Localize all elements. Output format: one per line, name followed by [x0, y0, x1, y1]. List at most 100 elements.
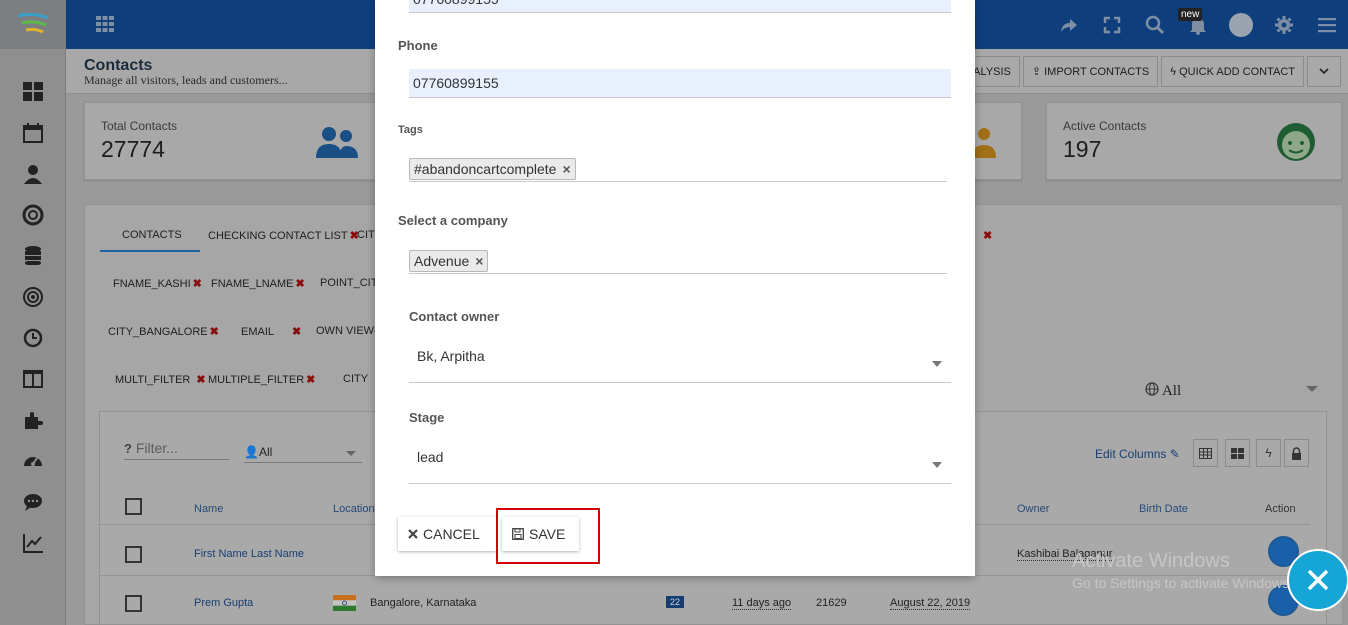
- contact-name-link[interactable]: First Name Last Name: [194, 548, 304, 560]
- column-header-action: Action: [1265, 503, 1296, 515]
- search-icon[interactable]: [1133, 0, 1176, 49]
- tab-multi-filter[interactable]: MULTI_FILTER ✖: [115, 373, 206, 386]
- remove-tab-icon[interactable]: ✖: [210, 326, 219, 338]
- tab-checking-contact-list[interactable]: CHECKING CONTACT LIST ✖: [208, 229, 359, 242]
- tab-fname-kashi[interactable]: FNAME_KASHI ✖: [113, 277, 202, 290]
- tab-email[interactable]: EMAIL ✖: [241, 325, 301, 338]
- stat-value: 27774: [101, 136, 165, 162]
- contact-owner-value: Bk, Arpitha: [417, 348, 485, 364]
- top-field-input[interactable]: 07760899155: [409, 0, 951, 13]
- close-icon: [408, 529, 418, 539]
- chevron-down-icon[interactable]: [1306, 386, 1318, 393]
- remove-tab-icon[interactable]: ✖: [196, 374, 205, 386]
- clock-icon[interactable]: [0, 317, 65, 358]
- logo-icon: [17, 12, 49, 33]
- column-header-birth-date[interactable]: Birth Date: [1139, 503, 1188, 515]
- select-all-checkbox[interactable]: [125, 498, 142, 515]
- menu-icon[interactable]: [1305, 0, 1348, 49]
- stage-label: Stage: [409, 410, 445, 425]
- puzzle-icon[interactable]: [0, 399, 65, 440]
- tags-input[interactable]: #abandoncartcomplete ×: [409, 155, 947, 182]
- stage-value: lead: [417, 449, 444, 465]
- columns-icon[interactable]: [0, 358, 65, 399]
- page-subtitle: Manage all visitors, leads and customers…: [84, 73, 288, 87]
- fullscreen-icon[interactable]: [1090, 0, 1133, 49]
- notification-bell-icon[interactable]: new: [1176, 0, 1219, 49]
- avatar[interactable]: [1219, 0, 1262, 49]
- smiley-icon: [1277, 123, 1315, 161]
- tab-own-view[interactable]: OWN VIEW-: [316, 325, 378, 337]
- chat-icon[interactable]: [0, 481, 65, 522]
- company-label: Select a company: [398, 213, 508, 228]
- row-checkbox[interactable]: [125, 546, 142, 563]
- view-select[interactable]: All: [1145, 382, 1181, 400]
- calendar-icon[interactable]: [0, 112, 65, 153]
- globe-icon: [1145, 382, 1159, 396]
- gauge-icon[interactable]: [0, 440, 65, 481]
- target-icon[interactable]: [0, 276, 65, 317]
- tab-contacts[interactable]: CONTACTS: [122, 229, 182, 241]
- chart-line-icon[interactable]: [0, 522, 65, 563]
- company-chip: Advenue ×: [409, 250, 489, 272]
- more-dropdown-button[interactable]: [1307, 56, 1341, 87]
- grid-view-button[interactable]: [1225, 439, 1250, 467]
- row-checkbox[interactable]: [125, 595, 142, 612]
- phone-label: Phone: [398, 38, 438, 53]
- tab-city-bangalore[interactable]: CITY_BANGALORE ✖: [108, 325, 219, 338]
- tab-point-city[interactable]: POINT_CIT: [320, 277, 377, 289]
- user-icon[interactable]: [0, 153, 65, 194]
- phone-input[interactable]: [409, 69, 951, 98]
- stat-label: Total Contacts: [101, 119, 178, 133]
- dashboard-icon[interactable]: [0, 71, 65, 112]
- grid-icon: [1231, 447, 1244, 459]
- remove-tab-icon[interactable]: ✖: [292, 326, 301, 338]
- tab-city[interactable]: CIT: [357, 229, 375, 241]
- tab-multiple-filter[interactable]: MULTIPLE_FILTER ✖: [208, 373, 315, 386]
- quick-add-contact-button[interactable]: ϟ QUICK ADD CONTACT: [1161, 56, 1304, 87]
- contact-name-link[interactable]: Prem Gupta: [194, 597, 253, 609]
- gear-icon[interactable]: [1262, 0, 1305, 49]
- remove-tab-icon[interactable]: ✖: [296, 278, 305, 290]
- windows-activation-title: Activate Windows: [1072, 550, 1230, 572]
- bolt-icon: ϟ: [1170, 65, 1177, 78]
- tags-label: Tags: [398, 124, 423, 136]
- apps-grid-icon[interactable]: [96, 16, 114, 32]
- tab-city-2[interactable]: CITY: [343, 373, 368, 385]
- remove-tab-icon[interactable]: ✖: [306, 374, 315, 386]
- contact-location: Bangalore, Karnataka: [370, 597, 477, 609]
- import-contacts-button[interactable]: ⇪ IMPORT CONTACTS: [1022, 56, 1159, 87]
- bolt-icon: ϟ: [1265, 446, 1272, 460]
- contact-owner-select[interactable]: Bk, Arpitha: [409, 341, 951, 383]
- stage-select[interactable]: lead: [409, 442, 951, 484]
- remove-company-icon[interactable]: ×: [475, 253, 483, 269]
- company-input[interactable]: Advenue ×: [409, 247, 947, 274]
- save-button-highlight: [496, 508, 600, 564]
- edit-columns-link[interactable]: Edit Columns ✎: [1095, 447, 1180, 461]
- table-icon: [1199, 447, 1212, 459]
- remove-tab-icon[interactable]: ✖: [193, 278, 202, 290]
- column-header-name[interactable]: Name: [194, 503, 223, 515]
- sidebar: [0, 0, 66, 625]
- tab-partial[interactable]: ✖: [981, 229, 992, 242]
- lock-button[interactable]: [1284, 439, 1309, 467]
- database-icon[interactable]: [0, 235, 65, 276]
- column-header-location[interactable]: Location: [333, 503, 375, 515]
- column-header-owner[interactable]: Owner: [1017, 503, 1049, 515]
- table-filter-input[interactable]: ? Filter...: [124, 440, 229, 460]
- table-view-button[interactable]: [1193, 439, 1218, 467]
- quick-action-button[interactable]: ϟ: [1256, 439, 1281, 467]
- chevron-down-icon: [932, 462, 942, 468]
- remove-tab-icon[interactable]: ✖: [983, 230, 992, 242]
- close-fab-button[interactable]: [1287, 549, 1348, 611]
- active-tab-indicator: [100, 250, 200, 252]
- logo[interactable]: [0, 0, 66, 49]
- remove-tag-icon[interactable]: ×: [562, 161, 570, 177]
- support-icon[interactable]: [0, 194, 65, 235]
- tab-fname-lname[interactable]: FNAME_LNAME ✖: [211, 277, 305, 290]
- owner-filter-select[interactable]: 👤All: [244, 445, 362, 463]
- stat-card-total-contacts: Total Contacts 27774: [84, 102, 384, 180]
- share-icon[interactable]: [1047, 0, 1090, 49]
- new-badge: new: [1178, 8, 1203, 21]
- users-icon: [316, 127, 358, 158]
- cancel-button[interactable]: CANCEL: [398, 517, 496, 551]
